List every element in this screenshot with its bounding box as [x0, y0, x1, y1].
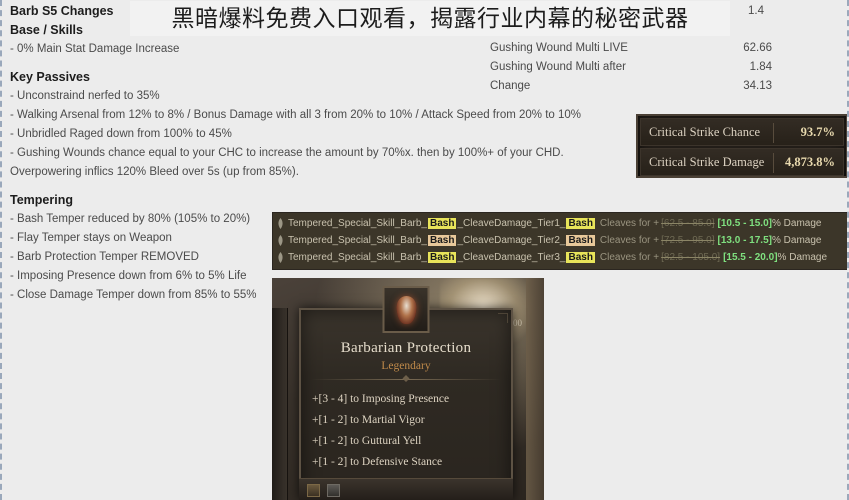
overlay-title: 黑暗爆料免费入口观看，揭露行业内幕的秘密武器 [130, 1, 730, 36]
affix-key-mid: _CleaveDamage_Tier3_ [457, 252, 566, 263]
item-affix: +[1 - 2] to Guttural Yell [312, 435, 422, 447]
table-row: Gushing Wound Multi LIVE 62.66 [490, 39, 772, 58]
stat-value: 4,873.8% [785, 154, 835, 169]
affix-new-value: [10.5 - 15.0] [717, 218, 772, 229]
divider [773, 123, 774, 143]
table-row: Change 34.13 [490, 77, 772, 96]
affix-key-prefix: Tempered_Special_Skill_Barb_ [288, 218, 427, 229]
item-rarity: Legendary [381, 360, 431, 372]
row-label: Change [490, 80, 531, 92]
row-label: Gushing Wound Multi LIVE [490, 42, 628, 54]
affix-suffix: % Damage [771, 218, 822, 229]
affix-tag-bash: Bash [427, 218, 457, 229]
feather-icon [278, 235, 283, 246]
affix-new-value: [15.5 - 20.0] [723, 252, 778, 263]
item-affix-list: +[3 - 4] to Imposing Presence +[1 - 2] t… [301, 380, 511, 473]
table-row: Gushing Wound Multi after 1.84 [490, 58, 772, 77]
affix-verb: Cleaves for + [599, 235, 660, 246]
affix-tag-bash: Bash [427, 252, 457, 263]
stat-label: Critical Strike Chance [649, 124, 761, 139]
inventory-slot-icon[interactable] [307, 484, 320, 497]
tempered-affix-row: Tempered_Special_Skill_Barb_ Bash _CleaveD… [273, 232, 847, 249]
affix-tag-bash: Bash [566, 235, 595, 246]
item-tooltip: Barbarian Protection Legendary +[3 - 4] … [299, 286, 513, 500]
section-heading-tempering: Tempering [10, 193, 73, 207]
affix-key-mid: _CleaveDamage_Tier1_ [457, 218, 566, 229]
frame-edge-left [272, 308, 288, 500]
frame-edge-right [526, 278, 544, 500]
row-label: Gushing Wound Multi after [490, 61, 626, 73]
row-value: 1.84 [749, 61, 772, 73]
inventory-slot-icon[interactable] [327, 484, 340, 497]
item-affix: +[3 - 4] to Imposing Presence [312, 393, 450, 405]
affix-old-value: [72.5 - 95.0] [661, 235, 715, 246]
game-screenshot: 100 Barbarian Protection Legendary +[3 -… [272, 278, 544, 500]
note-line: - Unbridled Raged down from 100% to 45% [10, 128, 232, 140]
affix-key-prefix: Tempered_Special_Skill_Barb_ [288, 235, 427, 246]
item-affix: +[1 - 2] to Martial Vigor [312, 414, 425, 426]
amulet-icon [396, 295, 416, 324]
affix-key-prefix: Tempered_Special_Skill_Barb_ [288, 252, 427, 263]
inventory-strip [299, 478, 513, 500]
stat-row-critical-strike-damage: Critical Strike Damage 4,873.8% [640, 148, 844, 176]
item-name: Barbarian Protection [340, 340, 472, 356]
affix-key-mid: _CleaveDamage_Tier2_ [457, 235, 566, 246]
divider [311, 379, 501, 380]
note-line: - Walking Arsenal from 12% to 8% / Bonus… [10, 109, 582, 121]
divider [773, 153, 774, 173]
stat-row-critical-strike-chance: Critical Strike Chance 93.7% [640, 118, 844, 146]
tooltip-corner [498, 313, 508, 323]
item-icon [382, 286, 430, 333]
tempered-affix-list: Tempered_Special_Skill_Barb_ Bash _CleaveD… [272, 212, 847, 270]
affix-tag-bash: Bash [566, 252, 595, 263]
affix-verb: Cleaves for + [599, 218, 660, 229]
item-affix: +[1 - 2] to Defensive Stance [312, 456, 443, 468]
row-value: 62.66 [743, 42, 772, 54]
affix-old-value: [82.5 - 105.0] [661, 252, 721, 263]
affix-new-value: [13.0 - 17.5] [717, 235, 772, 246]
tempered-affix-row: Tempered_Special_Skill_Barb_ Bash _CleaveD… [273, 249, 847, 266]
feather-icon [278, 218, 283, 229]
row-value: 34.13 [743, 80, 772, 92]
critical-strike-panel: Critical Strike Chance 93.7% Critical St… [636, 114, 847, 178]
note-line: Overpowering inflics 120% Bleed over 5s … [10, 166, 299, 178]
note-line: - Gushing Wounds chance equal to your CH… [10, 147, 564, 159]
tempered-affix-row: Tempered_Special_Skill_Barb_ Bash _CleaveD… [273, 215, 847, 232]
affix-suffix: % Damage [771, 235, 822, 246]
stat-label: Critical Strike Damage [649, 154, 765, 169]
affix-tag-bash: Bash [566, 218, 595, 229]
screenshot-root: Barb S5 Changes Base / Skills - 0% Main … [0, 0, 849, 500]
affix-verb: Cleaves for + [599, 252, 660, 263]
affix-tag-bash: Bash [427, 235, 457, 246]
affix-suffix: % Damage [777, 252, 828, 263]
affix-old-value: [62.5 - 85.0] [661, 218, 715, 229]
feather-icon [278, 252, 283, 263]
